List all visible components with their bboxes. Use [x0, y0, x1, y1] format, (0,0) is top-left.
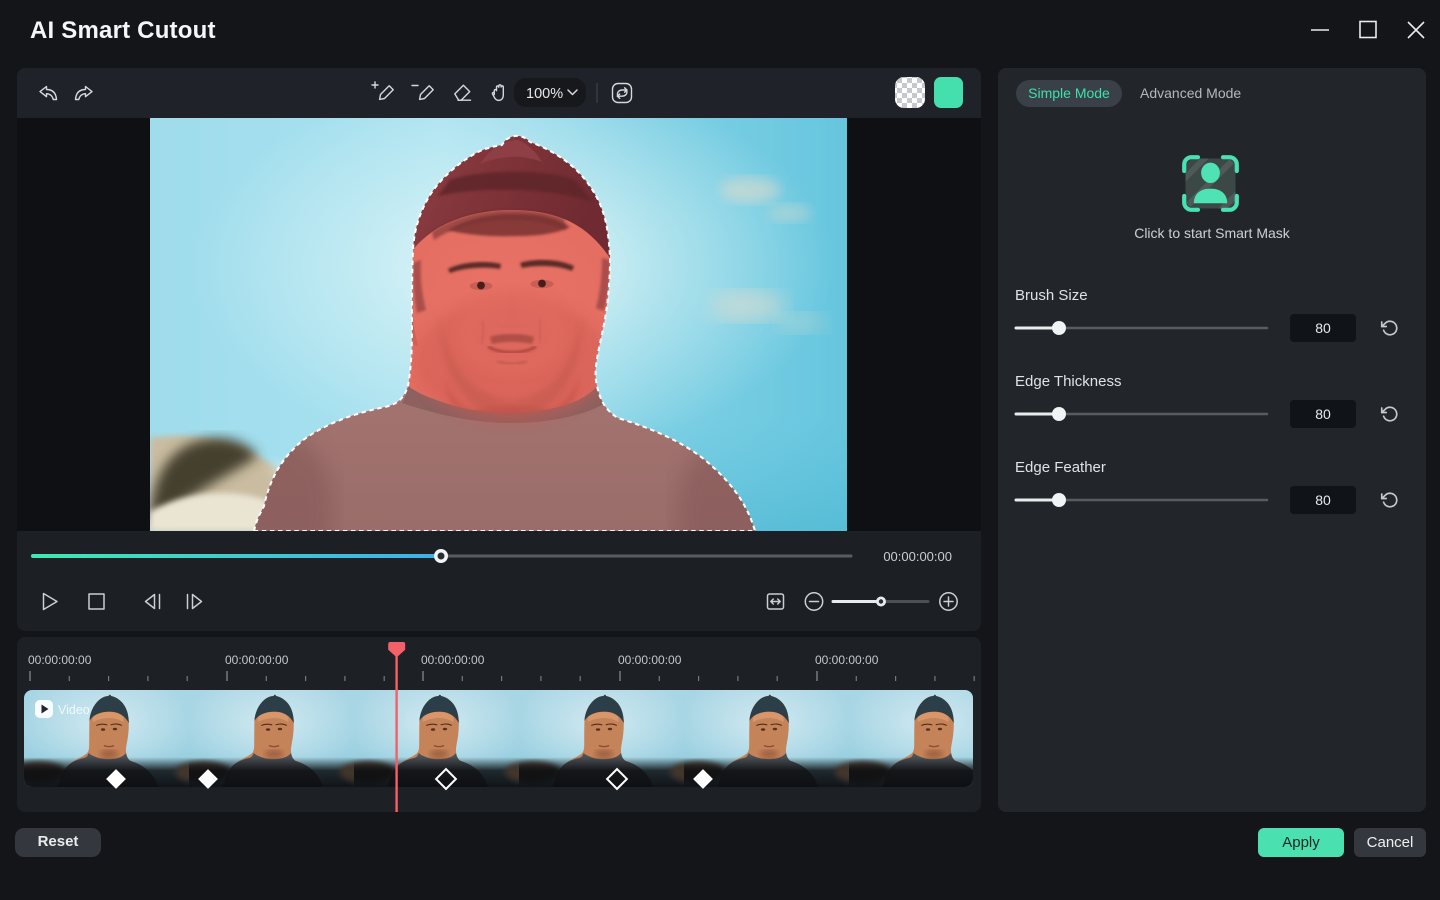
svg-text:100%: 100%	[526, 86, 563, 102]
